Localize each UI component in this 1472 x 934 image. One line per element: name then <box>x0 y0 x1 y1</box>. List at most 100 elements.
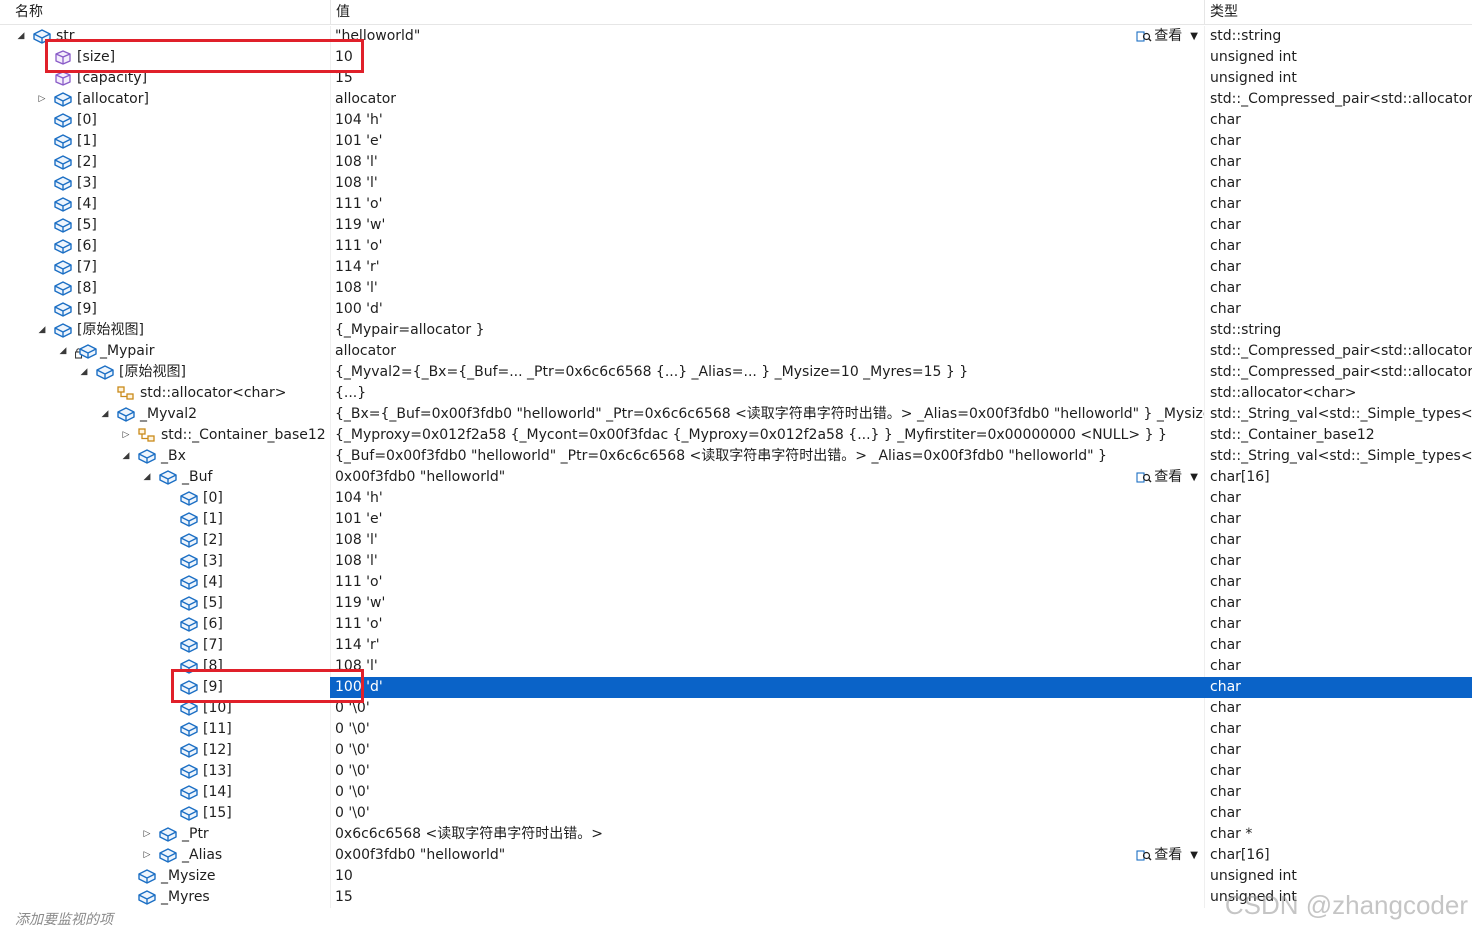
tree-row[interactable]: ◢ _Myval2 {_Bx={_Buf=0x00f3fdb0 "helloworl… <box>0 404 1472 425</box>
row-value-cell[interactable]: 119 'w' <box>330 593 1204 614</box>
tree-row[interactable]: [12] 0 '\0' char <box>0 740 1472 761</box>
collapse-arrow-icon[interactable]: ◢ <box>140 467 154 488</box>
expand-arrow-icon[interactable]: ▷ <box>140 845 154 866</box>
tree-row[interactable]: [9] 100 'd' char <box>0 299 1472 320</box>
tree-row[interactable]: [10] 0 '\0' char <box>0 698 1472 719</box>
collapse-arrow-icon[interactable]: ◢ <box>98 404 112 425</box>
tree-row[interactable]: ▷ std::_Container_base12 {_Myproxy=0x012f2… <box>0 425 1472 446</box>
row-value-cell[interactable]: 111 'o' <box>330 236 1204 257</box>
tree-row[interactable]: [4] 111 'o' char <box>0 194 1472 215</box>
column-header-value[interactable]: 值 <box>330 0 1204 25</box>
tree-row[interactable]: ▷ _Alias 0x00f3fdb0 "helloworld" 查看 ▼ char[16… <box>0 845 1472 866</box>
tree-row[interactable]: [5] 119 'w' char <box>0 215 1472 236</box>
row-value-cell[interactable]: {_Myval2={_Bx={_Buf=... _Ptr=0x6c6c6568 … <box>330 362 1204 383</box>
tree-row[interactable]: ◢ _Bx {_Buf=0x00f3fdb0 "helloworld" _Ptr=0… <box>0 446 1472 467</box>
row-value-cell[interactable]: 100 'd' <box>330 677 1204 698</box>
tree-row[interactable]: [2] 108 'l' char <box>0 152 1472 173</box>
tree-row[interactable]: [9] 100 'd' char <box>0 677 1472 698</box>
tree-row[interactable]: [capacity] 15 unsigned int <box>0 68 1472 89</box>
row-value-cell[interactable]: 104 'h' <box>330 110 1204 131</box>
add-watch-item[interactable]: 添加要监视的项 <box>15 909 113 929</box>
row-value-cell[interactable]: 10 <box>330 47 1204 68</box>
row-value-cell[interactable]: 0 '\0' <box>330 761 1204 782</box>
tree-row[interactable]: ◢ [原始视图] {_Myval2={_Bx={_Buf=... _Ptr=0x6c… <box>0 362 1472 383</box>
dropdown-arrow-icon[interactable]: ▼ <box>1190 26 1198 47</box>
tree-row[interactable]: [7] 114 'r' char <box>0 257 1472 278</box>
tree-row[interactable]: [3] 108 'l' char <box>0 551 1472 572</box>
row-value-cell[interactable]: 104 'h' <box>330 488 1204 509</box>
dropdown-arrow-icon[interactable]: ▼ <box>1190 845 1198 866</box>
collapse-arrow-icon[interactable]: ◢ <box>77 362 91 383</box>
row-value-cell[interactable]: 111 'o' <box>330 614 1204 635</box>
tree-row[interactable]: [6] 111 'o' char <box>0 236 1472 257</box>
tree-row[interactable]: [8] 108 'l' char <box>0 278 1472 299</box>
tree-row[interactable]: _Mysize 10 unsigned int <box>0 866 1472 887</box>
row-value-cell[interactable]: 111 'o' <box>330 572 1204 593</box>
visualizer-view-button[interactable]: 查看 ▼ <box>1136 467 1198 488</box>
tree-row[interactable]: ◢ str "helloworld" 查看 ▼ std::string <box>0 26 1472 47</box>
dropdown-arrow-icon[interactable]: ▼ <box>1190 467 1198 488</box>
row-value-cell[interactable]: 119 'w' <box>330 215 1204 236</box>
row-value-cell[interactable]: 111 'o' <box>330 194 1204 215</box>
row-value-cell[interactable]: 108 'l' <box>330 152 1204 173</box>
row-value-cell[interactable]: 101 'e' <box>330 131 1204 152</box>
tree-row[interactable]: ▷ _Ptr 0x6c6c6568 <读取字符串字符时出错。> char * <box>0 824 1472 845</box>
row-value-cell[interactable]: 114 'r' <box>330 635 1204 656</box>
row-value-cell[interactable]: 114 'r' <box>330 257 1204 278</box>
row-value-cell[interactable]: 0 '\0' <box>330 803 1204 824</box>
visualizer-view-button[interactable]: 查看 ▼ <box>1136 845 1198 866</box>
row-value-cell[interactable]: "helloworld" 查看 ▼ <box>330 26 1204 47</box>
tree-row[interactable]: [15] 0 '\0' char <box>0 803 1472 824</box>
tree-row[interactable]: [8] 108 'l' char <box>0 656 1472 677</box>
tree-row[interactable]: [4] 111 'o' char <box>0 572 1472 593</box>
expand-arrow-icon[interactable]: ▷ <box>140 824 154 845</box>
tree-row[interactable]: [0] 104 'h' char <box>0 110 1472 131</box>
row-value-cell[interactable]: {_Buf=0x00f3fdb0 "helloworld" _Ptr=0x6c6… <box>330 446 1204 467</box>
tree-row[interactable]: [3] 108 'l' char <box>0 173 1472 194</box>
tree-row[interactable]: [1] 101 'e' char <box>0 131 1472 152</box>
row-value-cell[interactable]: {_Mypair=allocator } <box>330 320 1204 341</box>
tree-row[interactable]: [5] 119 'w' char <box>0 593 1472 614</box>
row-value-cell[interactable]: allocator <box>330 341 1204 362</box>
tree-row[interactable]: ▷ [allocator] allocator std::_Compressed_pa… <box>0 89 1472 110</box>
column-header-type[interactable]: 类型 <box>1204 0 1472 25</box>
tree-row[interactable]: [6] 111 'o' char <box>0 614 1472 635</box>
row-value-cell[interactable]: 0 '\0' <box>330 782 1204 803</box>
row-value-cell[interactable]: 15 <box>330 887 1204 908</box>
visualizer-view-button[interactable]: 查看 ▼ <box>1136 26 1198 47</box>
collapse-arrow-icon[interactable]: ◢ <box>35 320 49 341</box>
column-header-name[interactable]: 名称 <box>0 0 330 25</box>
expand-arrow-icon[interactable]: ▷ <box>35 89 49 110</box>
row-value-cell[interactable]: 108 'l' <box>330 551 1204 572</box>
row-value-cell[interactable]: 0 '\0' <box>330 719 1204 740</box>
collapse-arrow-icon[interactable]: ◢ <box>14 26 28 47</box>
row-value-cell[interactable]: 108 'l' <box>330 173 1204 194</box>
row-value-cell[interactable]: 0 '\0' <box>330 698 1204 719</box>
collapse-arrow-icon[interactable]: ◢ <box>56 341 70 362</box>
tree-row[interactable]: [13] 0 '\0' char <box>0 761 1472 782</box>
expand-arrow-icon[interactable]: ▷ <box>119 425 133 446</box>
tree-row[interactable]: [0] 104 'h' char <box>0 488 1472 509</box>
row-value-cell[interactable]: {_Myproxy=0x012f2a58 {_Mycont=0x00f3fdac… <box>330 425 1204 446</box>
tree-row[interactable]: [2] 108 'l' char <box>0 530 1472 551</box>
row-value-cell[interactable]: 0x6c6c6568 <读取字符串字符时出错。> <box>330 824 1204 845</box>
row-value-cell[interactable]: 100 'd' <box>330 299 1204 320</box>
row-value-cell[interactable]: 108 'l' <box>330 278 1204 299</box>
row-value-cell[interactable]: 10 <box>330 866 1204 887</box>
tree-row[interactable]: [11] 0 '\0' char <box>0 719 1472 740</box>
row-value-cell[interactable]: 0x00f3fdb0 "helloworld" 查看 ▼ <box>330 467 1204 488</box>
tree-row[interactable]: [size] 10 unsigned int <box>0 47 1472 68</box>
row-value-cell[interactable]: {...} <box>330 383 1204 404</box>
row-value-cell[interactable]: 0 '\0' <box>330 740 1204 761</box>
tree-row[interactable]: [1] 101 'e' char <box>0 509 1472 530</box>
tree-row[interactable]: ◢ _Mypair allocator std::_Compressed_pair<s… <box>0 341 1472 362</box>
collapse-arrow-icon[interactable]: ◢ <box>119 446 133 467</box>
row-value-cell[interactable]: 108 'l' <box>330 656 1204 677</box>
tree-row[interactable]: [7] 114 'r' char <box>0 635 1472 656</box>
tree-row[interactable]: ◢ [原始视图] {_Mypair=allocator } std::string <box>0 320 1472 341</box>
row-value-cell[interactable]: 101 'e' <box>330 509 1204 530</box>
tree-row[interactable]: [14] 0 '\0' char <box>0 782 1472 803</box>
tree-row[interactable]: ◢ _Buf 0x00f3fdb0 "helloworld" 查看 ▼ char[16] <box>0 467 1472 488</box>
row-value-cell[interactable]: allocator <box>330 89 1204 110</box>
tree-row[interactable]: std::allocator<char> {...} std::allocator<… <box>0 383 1472 404</box>
